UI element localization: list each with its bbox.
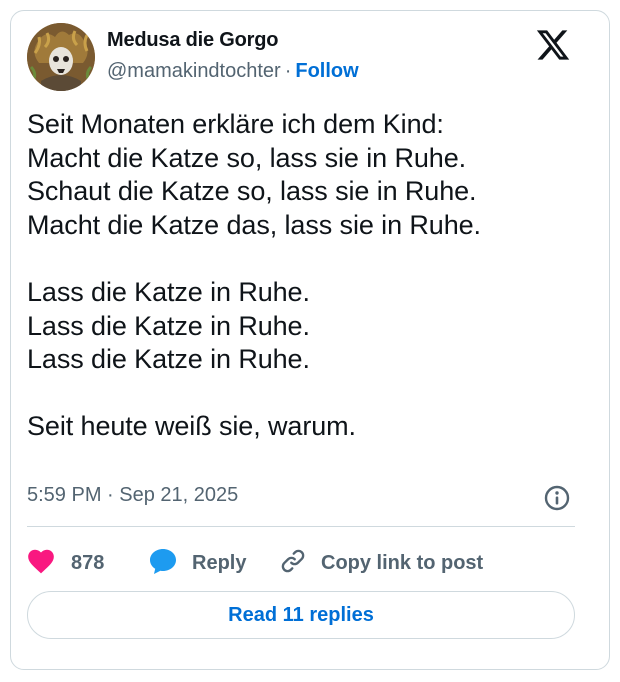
link-icon [279,547,307,580]
tweet-line: Lass die Katze in Ruhe. [27,344,310,375]
tweet-line: Seit heute weiß sie, warum. [27,411,356,442]
tweet-line: Schaut die Katze so, lass sie in Ruhe. [27,176,477,207]
like-count: 878 [71,551,105,574]
tweet-line: Seit Monaten erkläre ich dem Kind: [27,109,444,139]
x-logo-icon[interactable] [535,27,571,63]
reply-button[interactable]: Reply [148,545,246,581]
tweet-line: Lass die Katze in Ruhe. [27,310,310,341]
follow-button[interactable]: Follow [295,60,358,82]
tweet-text: Seit Monaten erkläre ich dem Kind: Macht… [27,108,577,444]
author-handle[interactable]: @mamakindtochter [107,60,281,82]
tweet-timestamp[interactable]: 5:59 PM · Sep 21, 2025 [27,484,238,507]
action-bar: 878 Reply Copy link to post [27,545,587,581]
author-name[interactable]: Medusa die Gorgo [107,29,278,52]
tweet-line: Macht die Katze das, lass sie in Ruhe. [27,209,481,240]
copy-link-button[interactable]: Copy link to post [279,545,483,581]
speech-bubble-icon [148,547,178,580]
info-icon[interactable] [543,484,571,512]
like-button[interactable]: 878 [27,545,104,581]
author-handle-row: @mamakindtochter · Follow [107,60,359,83]
copy-link-label: Copy link to post [321,551,484,574]
divider [27,526,575,527]
reply-label: Reply [192,551,247,574]
tweet-line: Lass die Katze in Ruhe. [27,276,310,307]
read-replies-button[interactable]: Read 11 replies [27,591,575,639]
tweet-line: Macht die Katze so, lass sie in Ruhe. [27,142,467,173]
avatar[interactable] [27,23,95,91]
separator-dot: · [284,60,292,82]
heart-icon [27,548,55,579]
